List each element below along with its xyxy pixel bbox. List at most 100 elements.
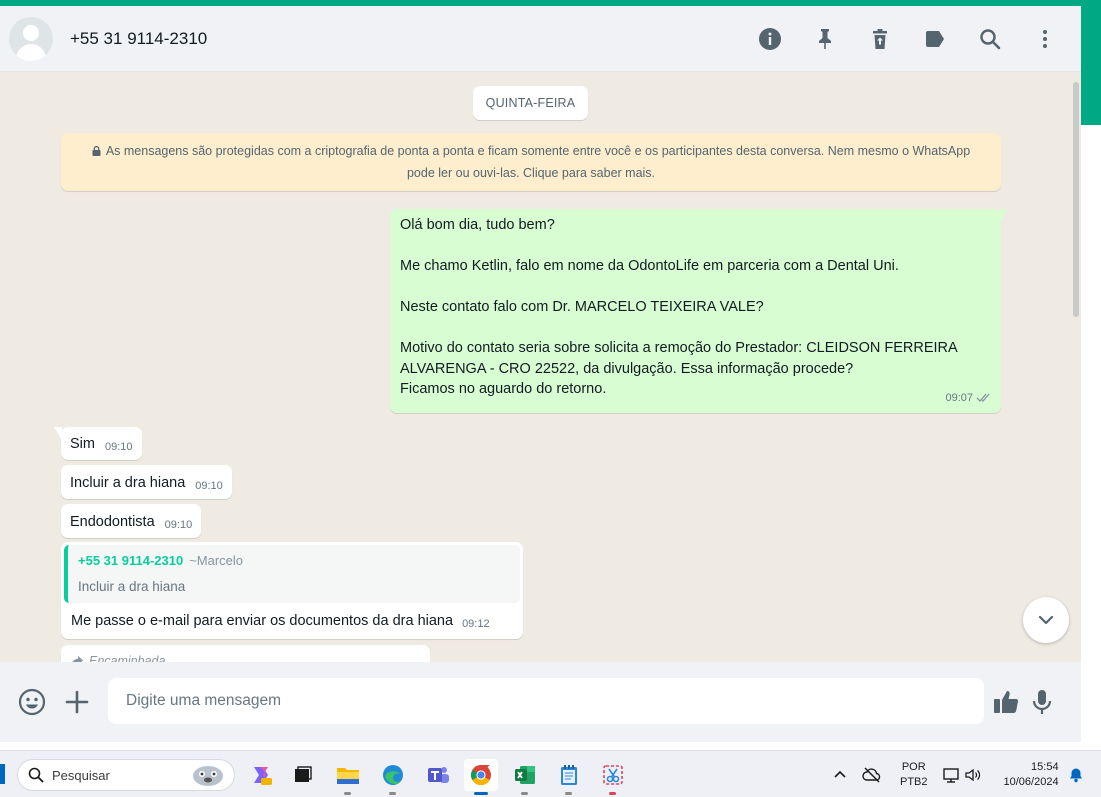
reply-message[interactable]: +55 31 9114-2310 ~Marcelo Incluir a dra h… <box>61 542 523 639</box>
taskbar-copilot[interactable] <box>244 759 278 791</box>
taskbar-snipping-tool[interactable] <box>596 759 630 795</box>
message-input[interactable] <box>108 678 984 724</box>
taskbar: Pesquisar POR PTB2 15:54 10/06/2024 <box>0 750 1101 797</box>
message-line: Me chamo Ketlin, falo em nome da OdontoL… <box>400 258 899 274</box>
teams-icon <box>428 767 449 783</box>
reply-body: Me passe o e-mail para enviar os documen… <box>64 603 520 632</box>
message-time: 09:10 <box>195 479 223 492</box>
scrollbar-thumb[interactable] <box>1073 82 1079 317</box>
network-icon[interactable] <box>942 766 962 784</box>
running-indicator <box>565 792 572 795</box>
emoji-icon[interactable] <box>18 688 46 716</box>
search-icon[interactable] <box>978 27 1002 51</box>
taskbar-teams[interactable] <box>421 759 455 791</box>
search-icon <box>28 767 44 783</box>
message-line: Neste contato falo com Dr. MARCELO TEIXE… <box>400 299 764 315</box>
excel-icon <box>515 766 535 784</box>
language-code: POR <box>901 760 926 773</box>
chevron-up-icon[interactable] <box>832 767 848 783</box>
message-time: 09:10 <box>164 518 193 531</box>
task-view-icon <box>295 766 312 782</box>
taskbar-edge[interactable] <box>376 759 410 795</box>
quoted-sender: +55 31 9114-2310 <box>78 553 184 568</box>
clock-time: 15:54 <box>1031 760 1059 773</box>
microphone-icon[interactable] <box>1028 688 1056 716</box>
running-indicator <box>609 792 616 795</box>
copilot-icon <box>254 767 272 785</box>
taskbar-notepad[interactable] <box>552 759 586 795</box>
attach-plus-icon[interactable] <box>63 688 91 716</box>
quoted-alias: ~Marcelo <box>189 553 244 568</box>
taskbar-file-explorer[interactable] <box>331 759 365 795</box>
cloud-offline-icon[interactable] <box>862 766 882 784</box>
message-line: ALVARENGA - CRO 22522, da divulgação. Es… <box>400 360 854 377</box>
encryption-notice[interactable]: As mensagens são protegidas com a cripto… <box>61 133 1001 191</box>
taskbar-search[interactable]: Pesquisar <box>17 759 235 791</box>
encryption-notice-text: As mensagens são protegidas com a cripto… <box>105 144 971 180</box>
avatar-head <box>23 24 39 41</box>
info-icon[interactable] <box>758 27 782 51</box>
chat-header[interactable]: +55 31 9114-2310 <box>0 6 1081 72</box>
chrome-icon <box>471 765 491 786</box>
menu-icon[interactable] <box>1033 27 1057 51</box>
running-indicator <box>344 792 351 795</box>
message-time: 09:07 <box>945 391 973 404</box>
chat-scrollbar[interactable] <box>1070 72 1081 662</box>
running-indicator <box>521 792 528 795</box>
snipping-tool-icon <box>603 765 623 785</box>
date-separator: QUINTA-FEIRA <box>473 86 588 120</box>
whatsapp-window: +55 31 9114-2310 QUINTA-FEIRA As mensage… <box>0 6 1081 742</box>
thumbs-up-icon[interactable] <box>992 688 1020 716</box>
incoming-message[interactable]: Incluir a dra hiana 09:10 <box>61 465 232 499</box>
delete-icon[interactable] <box>868 27 892 51</box>
double-check-icon <box>976 393 990 403</box>
clock-date: 10/06/2024 <box>1003 775 1059 788</box>
forwarded-text: Encaminhada <box>89 654 166 662</box>
lock-icon <box>92 146 101 156</box>
forward-icon <box>72 656 83 662</box>
incoming-message[interactable]: Sim 09:10 <box>54 427 142 460</box>
message-line <box>400 236 991 257</box>
quoted-text: Incluir a dra hiana <box>78 578 186 594</box>
message-text: Me passe o e-mail para enviar os documen… <box>71 613 454 629</box>
taskbar-chrome[interactable] <box>464 759 498 795</box>
taskbar-clock[interactable]: 15:54 10/06/2024 <box>1004 760 1059 790</box>
chat-area[interactable]: QUINTA-FEIRA As mensagens são protegidas… <box>0 72 1081 662</box>
folder-icon <box>337 768 359 784</box>
incoming-message[interactable]: Endodontista 09:10 <box>61 504 202 538</box>
taskbar-excel[interactable] <box>508 759 542 795</box>
taskbar-task-view[interactable] <box>286 759 320 791</box>
quoted-header: +55 31 9114-2310 ~Marcelo <box>78 551 510 572</box>
outgoing-message[interactable]: Olá bom dia, tudo bem? Me chamo Ketlin, … <box>390 209 1008 413</box>
notification-bell-icon[interactable] <box>1068 767 1084 783</box>
quoted-message[interactable]: +55 31 9114-2310 ~Marcelo Incluir a dra h… <box>64 545 520 603</box>
start-button[interactable] <box>0 764 5 784</box>
message-line: Motivo do contato seria sobre solicita a… <box>400 340 958 356</box>
window-right-strip <box>1081 0 1101 125</box>
message-line <box>400 277 991 298</box>
system-tray: POR PTB2 15:54 10/06/2024 <box>832 751 1084 797</box>
message-line <box>400 318 991 339</box>
scroll-to-bottom-button[interactable] <box>1023 597 1069 643</box>
avatar[interactable] <box>9 16 53 61</box>
active-indicator <box>474 792 488 795</box>
message-text: Incluir a dra hiana <box>70 474 186 491</box>
search-label: Pesquisar <box>52 767 110 783</box>
header-actions <box>727 6 1057 72</box>
search-highlight-icon <box>193 766 223 786</box>
chevron-down-icon <box>1038 615 1054 625</box>
message-text: Sim <box>70 435 95 452</box>
forwarded-message[interactable]: Encaminhada <box>61 645 430 662</box>
label-icon[interactable] <box>923 27 947 51</box>
input-language[interactable]: POR PTB2 <box>900 760 928 790</box>
edge-icon <box>383 765 403 785</box>
message-line: Ficamos no aguardo do retorno. <box>400 381 607 397</box>
forwarded-label: Encaminhada <box>70 651 421 662</box>
message-time: 09:12 <box>462 618 490 630</box>
running-indicator <box>389 792 396 795</box>
bubble-tail <box>54 427 62 440</box>
volume-icon[interactable] <box>964 766 982 784</box>
pin-icon[interactable] <box>813 27 837 51</box>
contact-name[interactable]: +55 31 9114-2310 <box>70 29 207 49</box>
bubble-tail <box>1000 209 1008 222</box>
